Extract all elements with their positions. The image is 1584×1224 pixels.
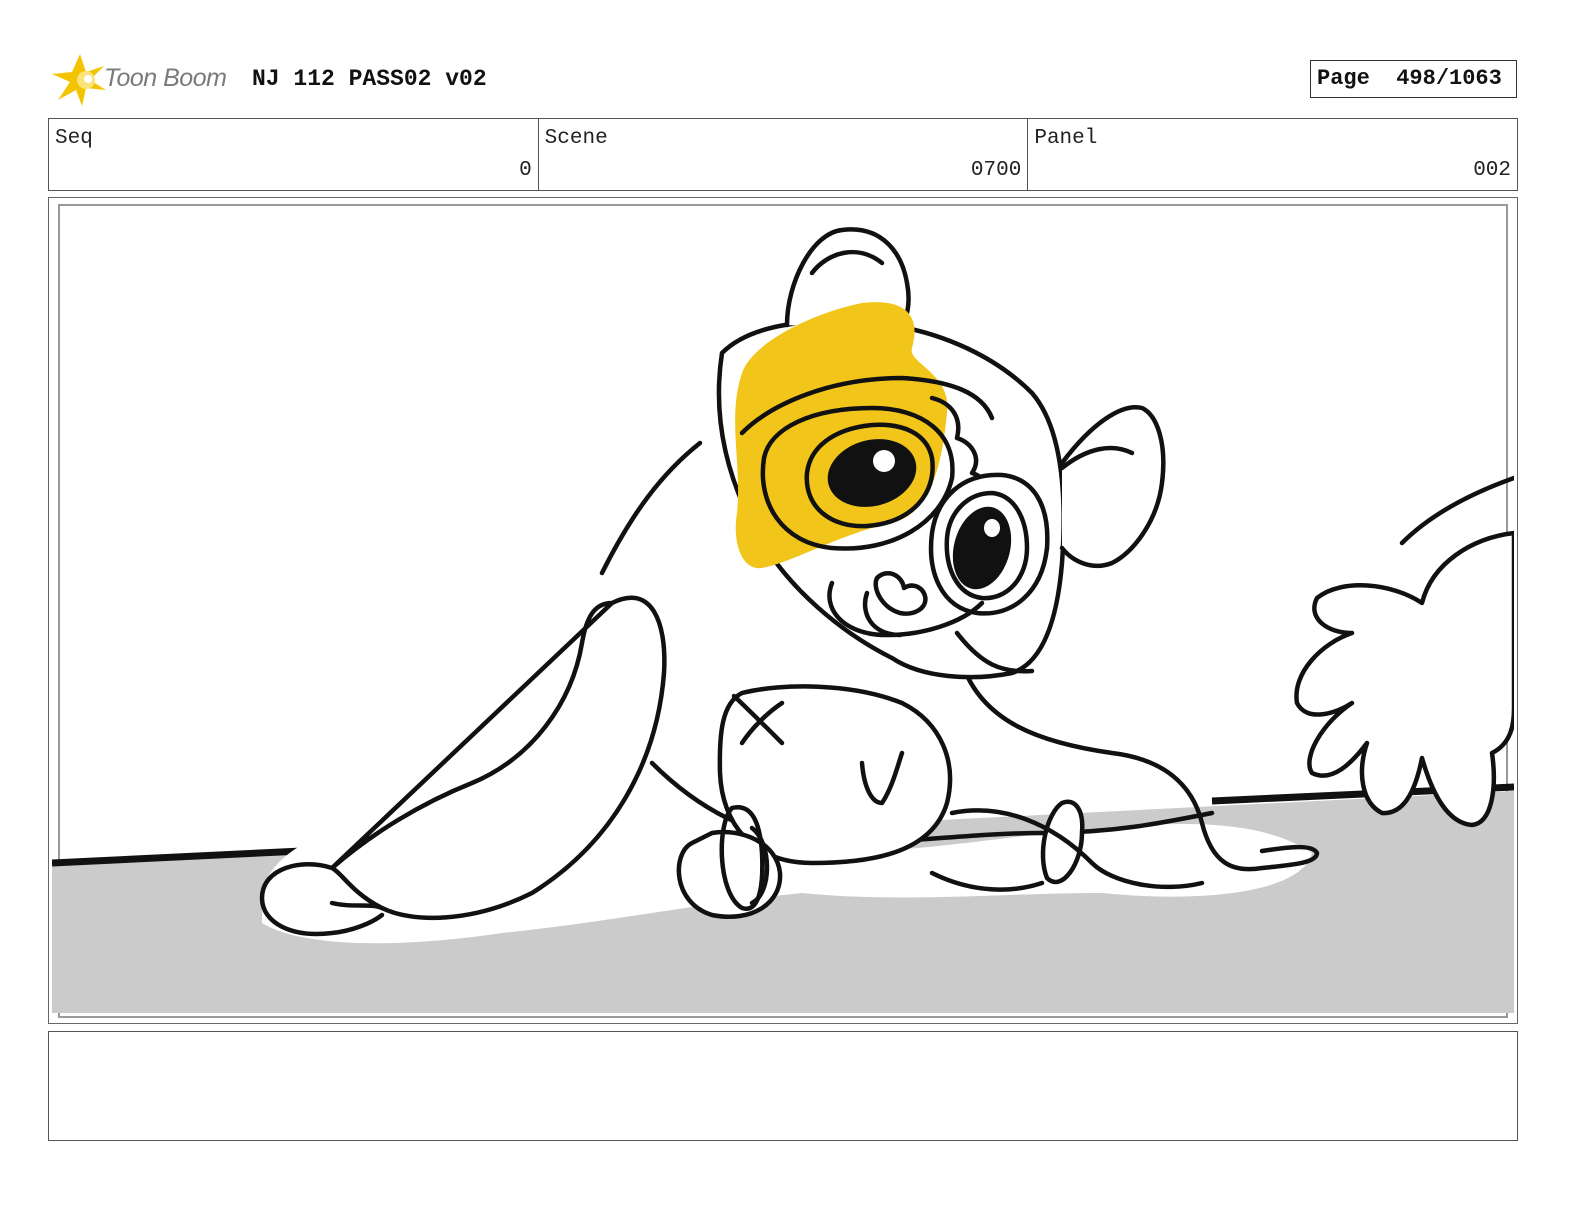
storyboard-drawing [52,204,1514,1018]
panel-value: 002 [1473,159,1512,182]
panel-cell: Panel 002 [1028,119,1517,190]
page-indicator: Page 498/1063 [1310,60,1517,98]
seq-value: 0 [519,159,532,182]
notes-box [48,1031,1518,1141]
document-title: NJ 112 PASS02 v02 [252,66,487,92]
page-label: Page [1317,66,1370,91]
panel-label: Panel [1034,127,1098,150]
scene-label: Scene [544,127,608,150]
logo-wordmark: Toon Boom [104,64,227,92]
page-number: 498/1063 [1396,66,1502,91]
scene-cell: Scene 0700 [539,119,1029,190]
seq-label: Seq [55,127,93,150]
info-row: Seq 0 Scene 0700 Panel 002 [48,118,1518,191]
scene-value: 0700 [970,159,1022,182]
seq-cell: Seq 0 [49,119,539,190]
